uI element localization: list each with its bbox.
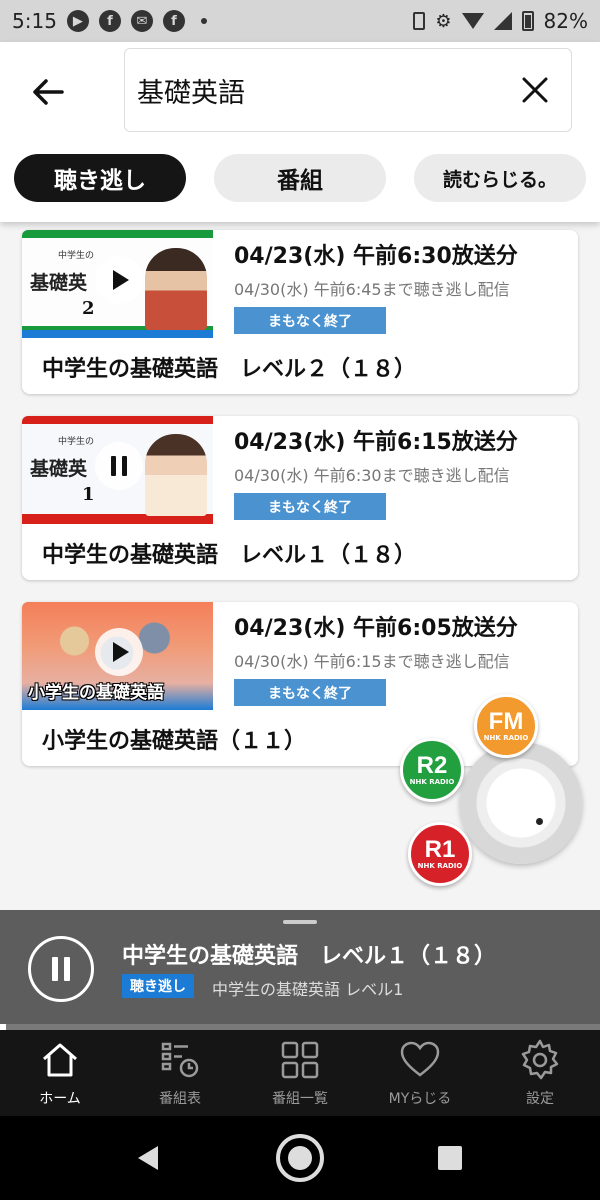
tab-programs[interactable]: 番組: [214, 154, 386, 202]
now-playing-bar[interactable]: 中学生の基礎英語 レベル１（１８） 聴き逃し 中学生の基礎英語 レベル1: [0, 910, 600, 1030]
status-bar: 5:15 ▶ f ✉ f ⚙ 82%: [0, 0, 600, 42]
thumbnail-small-text: 中学生の: [58, 251, 95, 261]
nav-program-list[interactable]: 番組一覧: [240, 1030, 360, 1116]
cellular-signal-icon: [493, 12, 512, 30]
program-thumbnail: 中学生の 基礎英 1: [22, 416, 213, 524]
channel-dial-widget: FM NHK RADIO R2 NHK RADIO R1 NHK RADIO: [400, 690, 590, 890]
thumbnail-level: 2: [82, 298, 95, 319]
search-query-text: 基礎英語: [137, 77, 245, 109]
category-tabs: 聴き逃し 番組 読むらじる。: [14, 154, 586, 202]
tuning-dial[interactable]: [460, 742, 582, 864]
program-title: 中学生の基礎英語 レベル１（１８）: [42, 543, 417, 568]
schedule-icon: [161, 1042, 199, 1078]
ending-soon-badge: まもなく終了: [234, 493, 386, 520]
youtube-notification-icon: ▶: [66, 10, 89, 32]
ending-soon-badge: まもなく終了: [234, 679, 386, 706]
nav-my-radio[interactable]: MYらじる: [360, 1030, 480, 1116]
result-card[interactable]: 中学生の 基礎英 2 04/23(水) 午前6:30放送分 04/30(水) 午…: [22, 230, 578, 394]
r1-channel-label: R1: [424, 836, 456, 863]
broadcast-date: 04/23(水) 午前6:05放送分: [234, 616, 518, 641]
nav-my-radio-label: MYらじる: [388, 1091, 452, 1107]
thumbnail-logo-text: 基礎英: [30, 458, 88, 480]
player-pause-button[interactable]: [28, 936, 94, 1002]
settings-icon: [521, 1039, 559, 1080]
thumbnail-small-text: 中学生の: [58, 437, 95, 447]
vibrate-icon: [413, 12, 426, 30]
facebook-notification-icon: f: [98, 10, 121, 32]
now-playing-subtitle: 中学生の基礎英語 レベル1: [212, 980, 404, 999]
tab-missed-broadcasts[interactable]: 聴き逃し: [14, 154, 186, 202]
wifi-icon: [461, 13, 484, 29]
program-thumbnail: 中学生の 基礎英 2: [22, 230, 213, 338]
nav-schedule-label: 番組表: [159, 1091, 201, 1107]
bottom-navigation: ホーム 番組表 番組一覧 MYらじる 設定: [0, 1030, 600, 1116]
drag-handle[interactable]: [283, 920, 317, 924]
thumbnail-logo-text: 小学生の基礎英語: [28, 683, 164, 703]
heart-icon: [400, 1041, 440, 1077]
available-until: 04/30(水) 午前6:30まで聴き逃し配信: [234, 466, 510, 485]
now-playing-badge: 聴き逃し: [122, 974, 194, 998]
nav-home[interactable]: ホーム: [0, 1030, 120, 1116]
available-until: 04/30(水) 午前6:45まで聴き逃し配信: [234, 280, 510, 299]
nav-program-list-label: 番組一覧: [272, 1091, 328, 1107]
ending-soon-badge: まもなく終了: [234, 307, 386, 334]
r2-channel-button[interactable]: R2 NHK RADIO: [400, 738, 464, 802]
facebook-notification-icon-2: f: [162, 10, 185, 32]
system-recents-icon[interactable]: [430, 1138, 470, 1178]
play-button[interactable]: [95, 628, 143, 676]
more-notifications-dot-icon: [200, 18, 207, 24]
pause-button[interactable]: [95, 442, 143, 490]
pause-icon: [111, 456, 127, 476]
available-until: 04/30(水) 午前6:15まで聴き逃し配信: [234, 652, 510, 671]
system-navigation-bar: [0, 1116, 600, 1200]
search-input[interactable]: 基礎英語: [124, 48, 572, 132]
fm-channel-label: FM: [488, 708, 524, 735]
r2-channel-label: R2: [416, 752, 448, 779]
result-card[interactable]: 中学生の 基礎英 1 04/23(水) 午前6:15放送分 04/30(水) 午…: [22, 416, 578, 580]
program-thumbnail: 小学生の基礎英語: [22, 602, 213, 710]
r1-channel-button[interactable]: R1 NHK RADIO: [408, 822, 472, 886]
pause-icon: [52, 957, 70, 981]
clear-search-icon[interactable]: [519, 74, 551, 106]
host-photo: [145, 434, 207, 516]
play-button[interactable]: [95, 256, 143, 304]
program-title: 小学生の基礎英語（１１）: [42, 729, 307, 754]
broadcast-date: 04/23(水) 午前6:15放送分: [234, 430, 518, 455]
play-icon: [113, 642, 129, 662]
r1-channel-sub: NHK RADIO: [417, 862, 463, 870]
status-time: 5:15: [12, 9, 57, 33]
data-saver-icon: ⚙: [435, 10, 452, 32]
messenger-notification-icon: ✉: [130, 10, 153, 32]
fm-channel-button[interactable]: FM NHK RADIO: [474, 694, 538, 758]
nav-settings-label: 設定: [526, 1091, 554, 1107]
back-arrow-icon[interactable]: [28, 72, 68, 112]
battery-icon: [521, 11, 534, 31]
program-title: 中学生の基礎英語 レベル２（１８）: [42, 357, 417, 382]
battery-percent: 82%: [543, 9, 588, 33]
nav-settings[interactable]: 設定: [480, 1030, 600, 1116]
fm-channel-sub: NHK RADIO: [483, 734, 529, 742]
system-back-icon[interactable]: [128, 1138, 168, 1178]
system-home-icon[interactable]: [272, 1130, 328, 1186]
search-header: 基礎英語 聴き逃し 番組 読むらじる。: [0, 42, 600, 222]
host-photo: [145, 248, 207, 330]
tab-read-radio[interactable]: 読むらじる。: [414, 154, 586, 202]
thumbnail-logo-text: 基礎英: [30, 272, 88, 294]
grid-icon: [281, 1041, 319, 1079]
now-playing-title: 中学生の基礎英語 レベル１（１８）: [122, 944, 497, 969]
nav-home-label: ホーム: [39, 1091, 81, 1107]
nav-schedule[interactable]: 番組表: [120, 1030, 240, 1116]
broadcast-date: 04/23(水) 午前6:30放送分: [234, 244, 518, 269]
r2-channel-sub: NHK RADIO: [409, 778, 455, 786]
thumbnail-level: 1: [82, 484, 95, 505]
play-icon: [113, 270, 129, 290]
home-icon: [43, 1043, 77, 1077]
